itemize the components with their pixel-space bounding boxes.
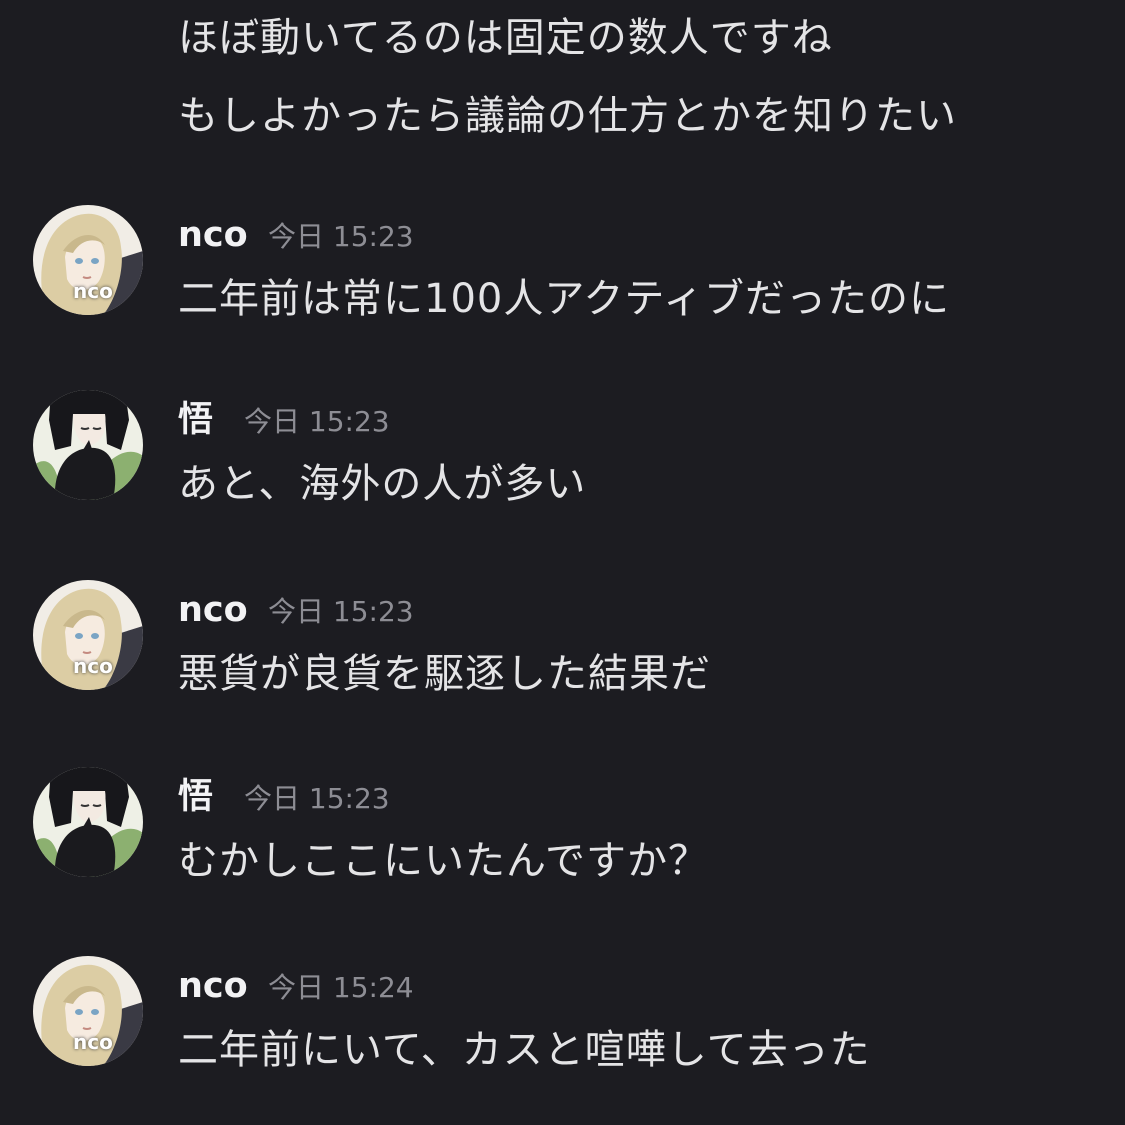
message-text: むかしここにいたんですか？ xyxy=(178,838,709,884)
timestamp: 今日 15:23 xyxy=(268,595,414,628)
avatar-satori-image xyxy=(33,767,143,877)
avatar-label: nco xyxy=(73,1030,113,1054)
chat-message: nco nco 今日 15:24 二年前にいて、カスと喧嘩して去った xyxy=(0,956,1125,1086)
user-avatar-nco[interactable]: nco xyxy=(33,956,143,1066)
message-text: あと、海外の人が多い xyxy=(178,461,587,507)
avatar-label: nco xyxy=(73,279,113,303)
username[interactable]: 悟 xyxy=(178,398,213,442)
chat-message: nco nco 今日 15:23 悪貨が良貨を駆逐した結果だ xyxy=(0,580,1125,710)
message-text: 二年前にいて、カスと喧嘩して去った xyxy=(178,1027,871,1073)
timestamp: 今日 15:23 xyxy=(244,405,390,438)
chat-message: nco nco 今日 15:23 二年前は常に100人アクティブだったのに xyxy=(0,205,1125,335)
message-text: ほぼ動いてるのは固定の数人ですね xyxy=(178,15,833,61)
timestamp: 今日 15:23 xyxy=(268,220,414,253)
user-avatar-nco[interactable]: nco xyxy=(33,580,143,690)
username[interactable]: nco xyxy=(178,213,248,257)
message-text: 悪貨が良貨を駆逐した結果だ xyxy=(178,651,711,697)
user-avatar-nco[interactable]: nco xyxy=(33,205,143,315)
message-text: もしよかったら議論の仕方とかを知りたい xyxy=(178,93,957,139)
message-text: 二年前は常に100人アクティブだったのに xyxy=(178,276,950,322)
avatar-satori-image xyxy=(33,390,143,500)
username[interactable]: nco xyxy=(178,588,248,632)
timestamp: 今日 15:23 xyxy=(244,782,390,815)
chat-log: ほぼ動いてるのは固定の数人ですね もしよかったら議論の仕方とかを知りたい nco… xyxy=(0,0,1125,1125)
username[interactable]: nco xyxy=(178,964,248,1008)
chat-message: 悟 今日 15:23 あと、海外の人が多い xyxy=(0,390,1125,520)
chat-message: 悟 今日 15:23 むかしここにいたんですか？ xyxy=(0,767,1125,897)
user-avatar-satori[interactable] xyxy=(33,390,143,500)
avatar-label: nco xyxy=(73,654,113,678)
user-avatar-satori[interactable] xyxy=(33,767,143,877)
timestamp: 今日 15:24 xyxy=(268,971,414,1004)
username[interactable]: 悟 xyxy=(178,775,213,819)
